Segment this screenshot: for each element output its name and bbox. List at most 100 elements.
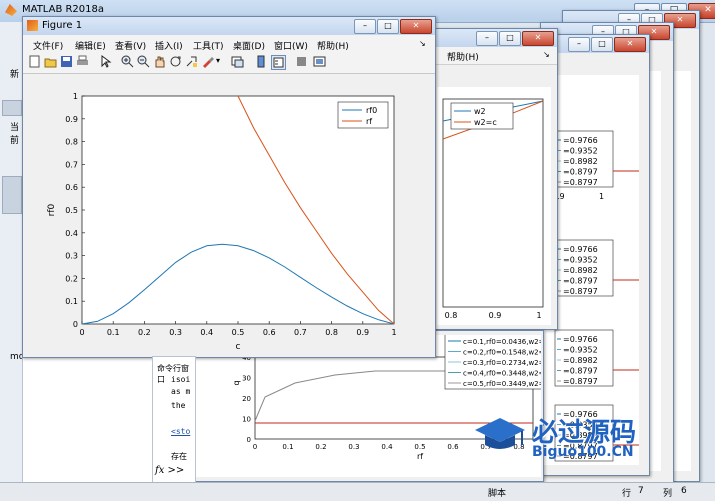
menu-desktop[interactable]: 桌面(D) xyxy=(233,39,265,52)
figure-menubar: 帮助(H) ↘ xyxy=(433,47,557,65)
brush-dropdown-icon[interactable]: ▾ xyxy=(216,56,220,65)
rotate-3d-icon[interactable] xyxy=(169,55,182,68)
show-plot-tools-icon[interactable] xyxy=(313,55,326,68)
side-label-new: 新 xyxy=(10,70,20,80)
y-tick-label: 0.9 xyxy=(65,115,78,124)
x-tick-label: 1 xyxy=(391,328,396,337)
link-plot-icon[interactable] xyxy=(231,55,244,68)
cmd-line-link[interactable]: <sto xyxy=(171,427,190,436)
x-tick-label: 0.9 xyxy=(489,311,502,320)
pan-hand-icon[interactable] xyxy=(153,55,166,68)
sidebar-folder-panel[interactable] xyxy=(2,176,22,214)
back-legend-label: =0.8982 xyxy=(563,356,598,365)
x-tick-label: 0.6 xyxy=(447,443,459,451)
command-prompt[interactable]: fx >> xyxy=(155,465,184,476)
legend-label: c=0.1,rf0=0.0436,w2=0.9766 xyxy=(463,338,541,346)
legend-label: c=0.3,rf0=0.2734,w2=0.8982 xyxy=(463,359,541,367)
figure-logo-icon xyxy=(27,20,38,31)
x-tick-label: 0.5 xyxy=(414,443,425,451)
y-tick-label: 0.6 xyxy=(65,183,78,192)
max-button[interactable]: □ xyxy=(591,37,613,52)
back-legend-label: =0.8797 xyxy=(563,168,598,177)
menu-file[interactable]: 文件(F) xyxy=(33,39,63,52)
back-legend-label: =0.9352 xyxy=(563,147,598,156)
x-tick-label: 0.7 xyxy=(294,328,307,337)
menu-help[interactable]: 帮助(H) xyxy=(447,50,479,63)
plot-area: 0.8 0.9 1 w2 w2=c xyxy=(437,87,551,325)
zoom-out-icon[interactable] xyxy=(137,55,150,68)
legend-label: c=0.2,rf0=0.1548,w2=0.9352 xyxy=(463,349,541,357)
y-tick-label: 30 xyxy=(242,375,251,383)
x-tick-label: 0.3 xyxy=(169,328,182,337)
x-tick-label: 0.3 xyxy=(348,443,359,451)
menu-help[interactable]: 帮助(H) xyxy=(317,39,349,52)
max-button[interactable]: □ xyxy=(499,31,521,46)
legend-label: w2 xyxy=(474,107,486,116)
w2-chart-svg: 0.8 0.9 1 w2 w2=c xyxy=(442,98,544,320)
menu-tools[interactable]: 工具(T) xyxy=(193,39,224,52)
x-tick-label: 1 xyxy=(536,311,541,320)
data-cursor-icon[interactable] xyxy=(185,55,198,68)
status-col: 6 xyxy=(681,486,687,496)
legend-box xyxy=(337,101,389,129)
x-tick-label: 0.1 xyxy=(282,443,293,451)
x-tick-label: 0.2 xyxy=(315,443,326,451)
rf0-chart-svg: 0 0.1 0.2 0.3 0.4 0.5 0.6 0.7 0.8 0.9 1 0 0.1 0.2 0.3 0… xyxy=(47,92,397,352)
edit-plot-arrow-icon[interactable] xyxy=(99,55,112,68)
back-x-tick-label: 1 xyxy=(599,192,604,201)
y-tick-label: 0.7 xyxy=(65,160,78,169)
insert-legend-icon[interactable] xyxy=(271,55,286,70)
x-tick-label: 0.9 xyxy=(356,328,369,337)
brush-icon[interactable] xyxy=(201,55,214,68)
status-col-label: 列 xyxy=(663,489,673,499)
command-window[interactable]: 命令行窗口 isoi as m the <sto 存在 fx >> xyxy=(152,356,196,484)
cmd-line-2: as m xyxy=(171,387,191,396)
axes-box xyxy=(442,98,544,308)
menu-dock-icon[interactable]: ↘ xyxy=(419,39,426,48)
new-figure-icon[interactable] xyxy=(28,55,41,68)
status-script: 脚本 xyxy=(488,489,507,499)
back-legend-label: =0.8797 xyxy=(563,377,598,386)
figure-close-button[interactable]: ✕ xyxy=(400,19,432,34)
legend-label: w2=c xyxy=(474,118,497,127)
sidebar-back-arrow[interactable] xyxy=(2,100,22,116)
insert-colorbar-icon[interactable] xyxy=(255,55,268,68)
watermark-url: Biguo100.CN xyxy=(532,444,634,460)
x-tick-label: 0 xyxy=(253,443,257,451)
figure-title: Figure 1 xyxy=(42,20,83,31)
y-tick-label: 0 xyxy=(247,436,251,444)
x-tick-label: 0.4 xyxy=(200,328,213,337)
x-axis-label: c xyxy=(236,342,241,352)
figure-minimize-button[interactable]: – xyxy=(354,19,376,34)
legend-label: rf xyxy=(366,117,372,126)
figure-titlebar: Figure 1 – □ ✕ xyxy=(23,17,435,35)
menu-window[interactable]: 窗口(W) xyxy=(274,39,308,52)
x-tick-label: 0.5 xyxy=(232,328,245,337)
figure-window-back-2[interactable]: – □ ✕ 帮助(H) ↘ 0.8 0.9 1 w2 w2=c xyxy=(432,28,558,330)
close-button[interactable]: ✕ xyxy=(614,37,646,52)
y-tick-label: 0 xyxy=(73,320,78,329)
x-tick-label: 0.8 xyxy=(325,328,338,337)
min-button[interactable]: – xyxy=(476,31,498,46)
open-file-icon[interactable] xyxy=(44,55,57,68)
y-tick-label: 1 xyxy=(73,92,78,101)
figure-window-1[interactable]: Figure 1 – □ ✕ 文件(F) 编辑(E) 查看(V) 插入(I) 工… xyxy=(22,16,436,358)
back-legend-label: =0.8982 xyxy=(563,157,598,166)
figure-titlebar: – □ ✕ xyxy=(433,29,557,47)
zoom-in-icon[interactable] xyxy=(121,55,134,68)
print-icon[interactable] xyxy=(76,55,89,68)
menu-insert[interactable]: 插入(I) xyxy=(155,39,183,52)
figure-maximize-button[interactable]: □ xyxy=(377,19,399,34)
menu-view[interactable]: 查看(V) xyxy=(115,39,146,52)
x-tick-label: 0.6 xyxy=(263,328,276,337)
save-icon[interactable] xyxy=(60,55,73,68)
menu-dock-icon[interactable]: ↘ xyxy=(543,50,550,59)
min-button[interactable]: – xyxy=(568,37,590,52)
x-tick-label: 0.8 xyxy=(445,311,458,320)
matlab-logo-icon xyxy=(5,4,17,16)
side-label-current: 当前 xyxy=(10,123,20,146)
watermark: 必过源码 Biguo100.CN xyxy=(470,410,636,463)
close-button[interactable]: ✕ xyxy=(522,31,554,46)
menu-edit[interactable]: 编辑(E) xyxy=(75,39,106,52)
hide-plot-tools-icon[interactable] xyxy=(295,55,308,68)
